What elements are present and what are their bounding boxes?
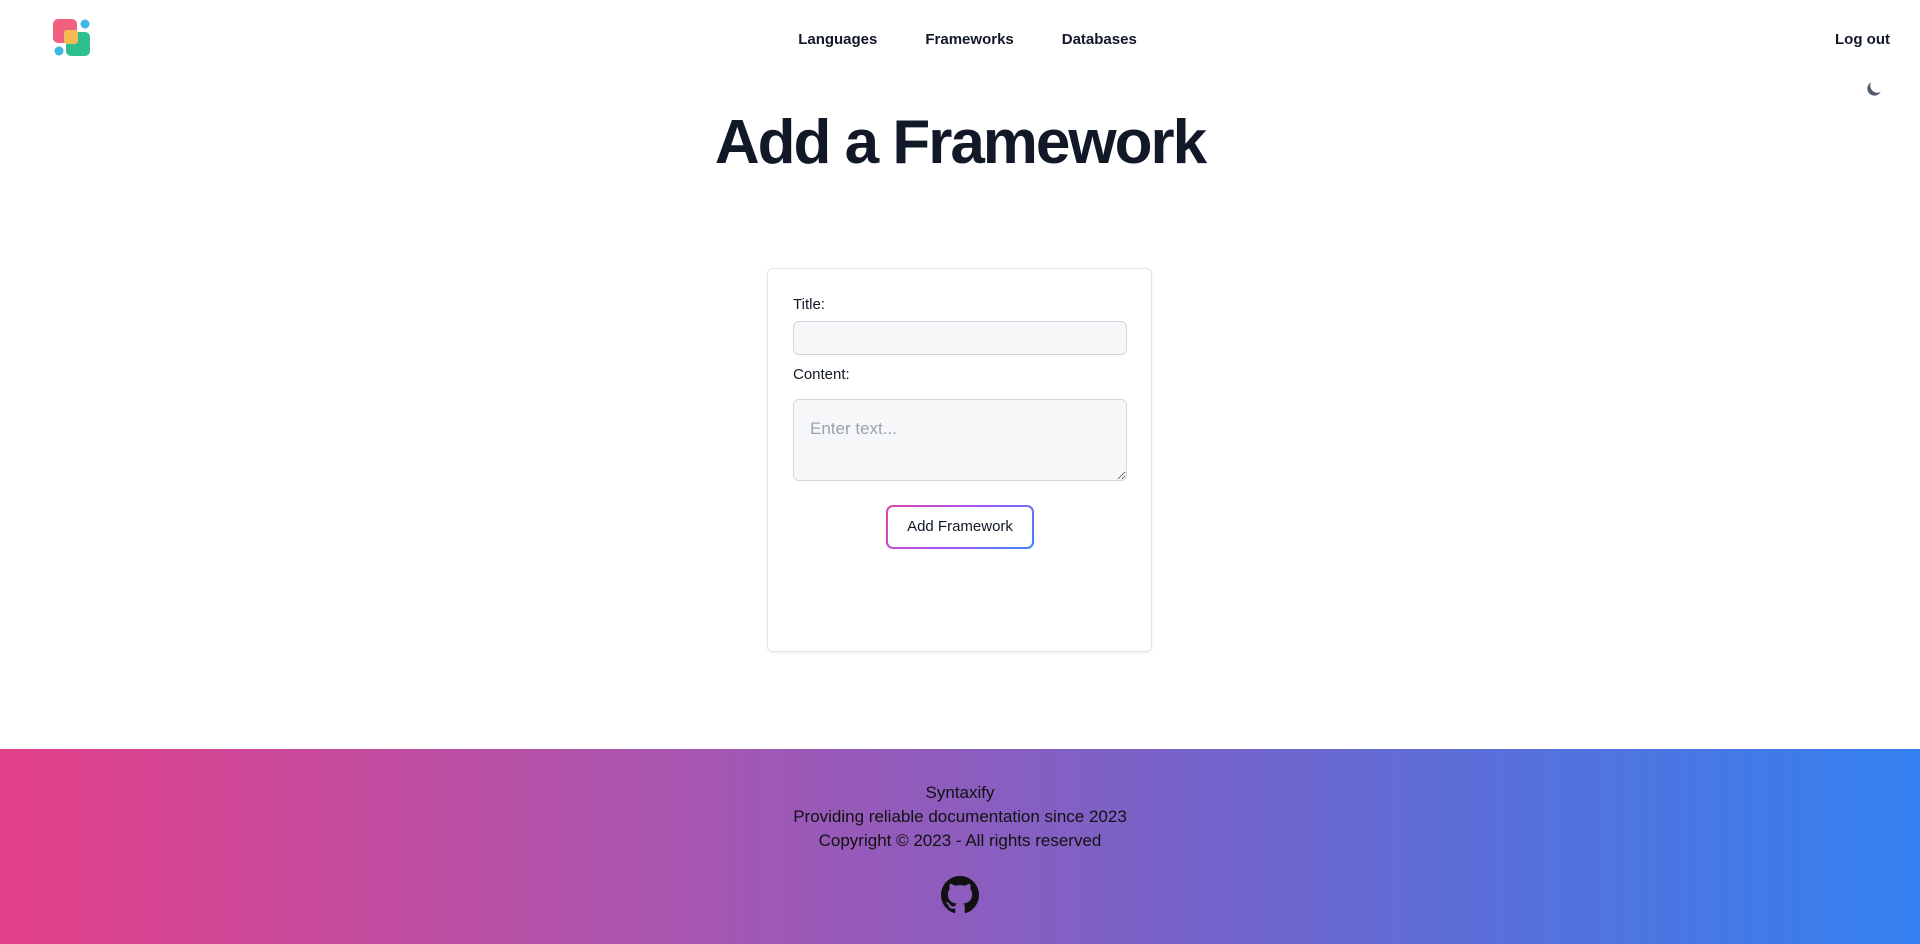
title-label: Title: <box>793 296 825 313</box>
title-input[interactable] <box>793 321 1127 355</box>
footer-tagline: Providing reliable documentation since 2… <box>793 807 1127 826</box>
content-textarea[interactable] <box>793 399 1127 481</box>
page-title: Add a Framework <box>714 108 1207 177</box>
logout-link[interactable]: Log out <box>1835 31 1890 49</box>
footer-copyright: Copyright © 2023 - All rights reserved <box>818 831 1102 850</box>
content-label: Content: <box>793 366 850 383</box>
top-navbar: Languages Frameworks Databases Log out <box>0 0 1920 80</box>
nav-link-frameworks[interactable]: Frameworks <box>925 31 1013 49</box>
nav-link-languages[interactable]: Languages <box>798 31 877 49</box>
add-framework-button[interactable]: Add Framework <box>888 507 1032 547</box>
github-icon[interactable] <box>941 876 979 914</box>
footer: Syntaxify Providing reliable documentati… <box>0 749 1920 944</box>
add-framework-button-border: Add Framework <box>886 505 1034 549</box>
nav-link-databases[interactable]: Databases <box>1062 31 1137 49</box>
footer-brand: Syntaxify <box>925 783 995 802</box>
moon-icon[interactable] <box>1864 79 1884 99</box>
page: Languages Frameworks Databases Log out A… <box>0 0 1920 944</box>
add-framework-form: Title: Content: Add Framework <box>767 268 1152 652</box>
main-nav: Languages Frameworks Databases <box>0 31 1920 49</box>
